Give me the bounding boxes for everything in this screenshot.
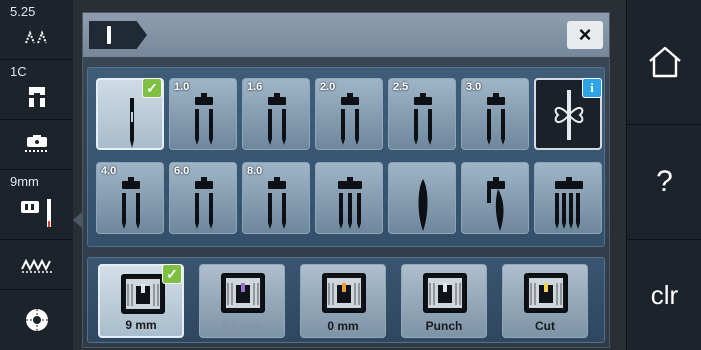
needle-size-label: 2.0 xyxy=(320,81,336,93)
stitch-width-icon xyxy=(20,258,52,273)
stitch-plate-0-mm[interactable]: 0 mm xyxy=(300,264,386,338)
stitch-plate-icon xyxy=(322,273,366,313)
help-button[interactable]: ? xyxy=(627,125,701,240)
needle-tile-2.5[interactable]: 2.5 xyxy=(388,78,456,150)
thread-tension-button[interactable] xyxy=(0,290,73,350)
needle-tab-icon xyxy=(107,26,111,44)
left-sidebar: 5.25 1C 9mm xyxy=(0,0,73,350)
spool-icon xyxy=(25,309,48,331)
needle-tile-2.0[interactable]: 2.0 xyxy=(315,78,383,150)
right-sidebar: ? clr xyxy=(626,0,701,350)
needle-tile-4.0[interactable]: 4.0 xyxy=(96,162,164,234)
needle-tile-1.6[interactable]: 1.6 xyxy=(242,78,310,150)
needle-tile-single[interactable]: ✓ xyxy=(96,78,164,150)
needle-tile-quad[interactable] xyxy=(534,162,602,234)
selected-check-icon: ✓ xyxy=(142,78,162,98)
needle-tile-single-blade[interactable] xyxy=(461,162,529,234)
stitch-plate-punch[interactable]: Punch xyxy=(401,264,487,338)
needle-tile-6.0[interactable]: 6.0 xyxy=(169,162,237,234)
needle-tab[interactable] xyxy=(89,21,147,49)
clear-button[interactable]: clr xyxy=(627,240,701,350)
needle-size-label: 2.5 xyxy=(393,81,409,93)
stitch-plate-label: 5,5 mm xyxy=(221,319,262,333)
needle-tile-triple[interactable] xyxy=(315,162,383,234)
stitch-plate-cut[interactable]: Cut xyxy=(502,264,588,338)
needle-tile-needle-threader-info[interactable]: i xyxy=(534,78,602,150)
needle-size-label: 8.0 xyxy=(247,165,263,177)
stitch-plate-icon xyxy=(423,273,467,313)
needle-tile-wing[interactable] xyxy=(388,162,456,234)
close-button[interactable]: × xyxy=(567,21,603,49)
stitch-plate-label: 0 mm xyxy=(327,319,359,333)
stitch-plate-button[interactable]: 9mm xyxy=(0,170,73,240)
needle-tile-8.0[interactable]: 8.0 xyxy=(242,162,310,234)
stitch-plate-label: 9 mm xyxy=(125,318,157,332)
bobbin-button[interactable] xyxy=(0,120,73,170)
stitch-plate-label: 9mm xyxy=(10,174,39,189)
stitch-number-label: 5.25 xyxy=(10,4,36,19)
home-button[interactable] xyxy=(627,0,701,125)
info-badge[interactable]: i xyxy=(582,78,602,98)
bobbin-thread-icon xyxy=(24,134,49,152)
panel-pointer xyxy=(73,212,82,228)
selected-check-icon: ✓ xyxy=(162,264,182,284)
stitch-plate-icon xyxy=(20,198,51,227)
stitch-plate-label: Punch xyxy=(425,319,463,333)
needle-tile-3.0[interactable]: 3.0 xyxy=(461,78,529,150)
needle-size-label: 6.0 xyxy=(174,165,190,177)
home-icon xyxy=(648,46,681,78)
stitch-plate-5-5-mm[interactable]: 5,5 mm xyxy=(199,264,285,338)
stitch-number-button[interactable]: 5.25 xyxy=(0,0,73,60)
stitch-plate-icon xyxy=(524,273,568,313)
presser-foot-button[interactable]: 1C xyxy=(0,60,73,120)
stitch-width-button[interactable] xyxy=(0,240,73,290)
presser-foot-label: 1C xyxy=(10,64,27,79)
presser-foot-icon xyxy=(28,86,45,107)
panel-header: × xyxy=(83,13,609,57)
needle-tile-1.0[interactable]: 1.0 xyxy=(169,78,237,150)
stitch-pattern-icon xyxy=(24,29,47,43)
needle-size-label: 1.6 xyxy=(247,81,263,93)
stitch-plate-icon xyxy=(121,274,165,314)
stitch-plate-label: Cut xyxy=(535,319,555,333)
needle-size-label: 4.0 xyxy=(101,165,117,177)
needle-grid: ✓ 1.0 1.6 2.0 2.5 3.0 i 4.0 6.0 8.0 xyxy=(87,67,605,247)
needle-size-label: 3.0 xyxy=(466,81,482,93)
needle-selection-panel: × ✓ 1.0 1.6 2.0 2.5 3.0 i 4.0 6.0 8.0 9 mm ✓ 5,5 mm… xyxy=(82,12,610,348)
stitch-plate-icon xyxy=(221,273,265,313)
stitch-plate-row: 9 mm ✓ 5,5 mm 0 mm Punch Cut xyxy=(87,257,605,343)
needle-size-label: 1.0 xyxy=(174,81,190,93)
stitch-plate-9-mm[interactable]: 9 mm ✓ xyxy=(98,264,184,338)
